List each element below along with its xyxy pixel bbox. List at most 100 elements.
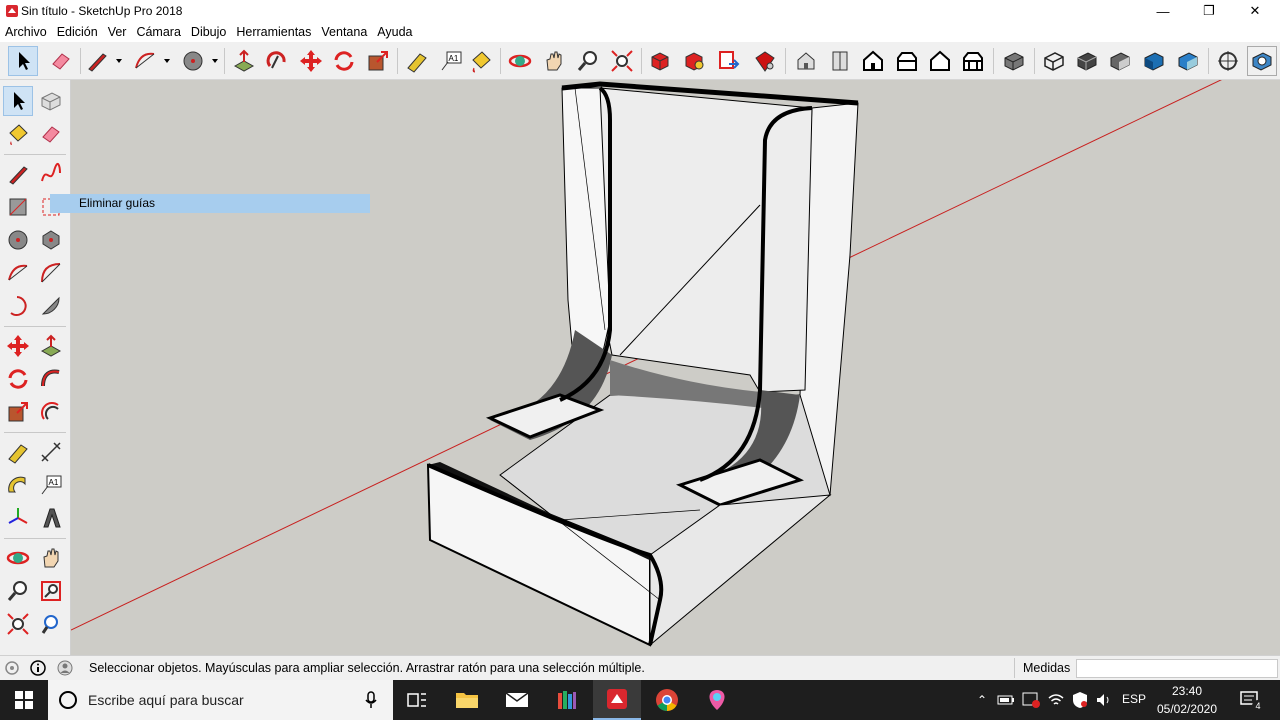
lt-make-component-button[interactable] bbox=[36, 86, 66, 116]
measures-input[interactable] bbox=[1076, 659, 1278, 678]
3d-warehouse-button[interactable] bbox=[645, 46, 675, 76]
paint-bucket-tool-button[interactable] bbox=[466, 46, 496, 76]
lt-follow-me-button[interactable] bbox=[36, 364, 66, 394]
sketchup-task-button[interactable] bbox=[593, 680, 641, 720]
wifi-icon[interactable] bbox=[1046, 690, 1066, 710]
menu-herramientas[interactable]: Herramientas bbox=[231, 22, 316, 42]
app-bars-button[interactable] bbox=[543, 680, 591, 720]
lt-zoom-extents-button[interactable] bbox=[3, 609, 33, 639]
follow-me-tool-button[interactable] bbox=[262, 46, 292, 76]
monochrome-style-button[interactable] bbox=[1173, 46, 1203, 76]
extension-manager-button[interactable] bbox=[750, 46, 780, 76]
task-view-button[interactable] bbox=[393, 680, 441, 720]
menu-edicion[interactable]: Edición bbox=[52, 22, 103, 42]
lt-circle-button[interactable] bbox=[3, 225, 33, 255]
lt-arc-button[interactable] bbox=[3, 258, 33, 288]
extension-warehouse-button[interactable] bbox=[679, 46, 709, 76]
eraser-tool-button[interactable] bbox=[46, 46, 76, 76]
lt-tape-measure-button[interactable] bbox=[3, 437, 33, 467]
minimize-button[interactable]: — bbox=[1140, 0, 1186, 22]
select-tool-button[interactable] bbox=[8, 46, 38, 76]
back-view-button[interactable] bbox=[925, 46, 955, 76]
menu-camara[interactable]: Cámara bbox=[131, 22, 185, 42]
menu-ventana[interactable]: Ventana bbox=[316, 22, 372, 42]
lt-orbit-button[interactable] bbox=[3, 543, 33, 573]
lt-pan-button[interactable] bbox=[36, 543, 66, 573]
rotate-tool-button[interactable] bbox=[329, 46, 359, 76]
lt-select-button[interactable] bbox=[3, 86, 33, 116]
scale-tool-button[interactable] bbox=[363, 46, 393, 76]
lt-paint-bucket-button[interactable] bbox=[3, 119, 33, 149]
text-tool-button[interactable]: A1 bbox=[436, 46, 466, 76]
lt-rotate-button[interactable] bbox=[3, 364, 33, 394]
show-section-button[interactable] bbox=[1247, 46, 1277, 76]
tray-overflow-chevron-icon[interactable]: ⌃ bbox=[972, 690, 992, 710]
circle-tool-button[interactable] bbox=[178, 46, 208, 76]
file-explorer-button[interactable] bbox=[443, 680, 491, 720]
wireframe-style-button[interactable] bbox=[1039, 46, 1069, 76]
menu-dibujo[interactable]: Dibujo bbox=[186, 22, 231, 42]
clock-date[interactable]: 05/02/2020 bbox=[1152, 702, 1222, 716]
defender-icon[interactable] bbox=[1070, 690, 1090, 710]
battery-icon[interactable] bbox=[996, 690, 1016, 710]
restore-button[interactable]: ❐ bbox=[1186, 0, 1232, 22]
lt-3d-text-button[interactable] bbox=[36, 503, 66, 533]
lt-3point-arc-button[interactable] bbox=[3, 291, 33, 321]
shaded-style-button[interactable] bbox=[1105, 46, 1135, 76]
front-view-button[interactable] bbox=[858, 46, 888, 76]
start-button[interactable] bbox=[0, 680, 48, 720]
move-tool-button[interactable] bbox=[296, 46, 326, 76]
lt-push-pull-button[interactable] bbox=[36, 331, 66, 361]
shaded-textures-style-button[interactable] bbox=[1139, 46, 1169, 76]
lt-zoom-button[interactable] bbox=[3, 576, 33, 606]
push-pull-tool-button[interactable] bbox=[229, 46, 259, 76]
menu-ver[interactable]: Ver bbox=[103, 22, 132, 42]
lt-zoom-window-button[interactable] bbox=[36, 576, 66, 606]
clock-time[interactable]: 23:40 bbox=[1152, 684, 1222, 698]
send-to-layout-button[interactable] bbox=[713, 46, 743, 76]
menu-archivo[interactable]: Archivo bbox=[0, 22, 52, 42]
line-tool-button[interactable] bbox=[82, 46, 112, 76]
zoom-extents-tool-button[interactable] bbox=[607, 46, 637, 76]
language-indicator[interactable]: ESP bbox=[1122, 692, 1146, 706]
lt-eraser-button[interactable] bbox=[36, 119, 66, 149]
lt-protractor-button[interactable] bbox=[3, 470, 33, 500]
lt-dimension-button[interactable] bbox=[36, 437, 66, 467]
chrome-button[interactable] bbox=[643, 680, 691, 720]
lt-offset-button[interactable] bbox=[36, 397, 66, 427]
iso-view-button[interactable] bbox=[791, 46, 821, 76]
security-alert-icon[interactable] bbox=[1021, 690, 1041, 710]
lt-axes-button[interactable] bbox=[3, 503, 33, 533]
lt-move-button[interactable] bbox=[3, 331, 33, 361]
top-view-button[interactable] bbox=[825, 46, 855, 76]
lt-2point-arc-button[interactable] bbox=[36, 258, 66, 288]
pan-tool-button[interactable] bbox=[539, 46, 569, 76]
menu-ayuda[interactable]: Ayuda bbox=[372, 22, 417, 42]
drawing-area[interactable] bbox=[71, 80, 1280, 655]
lt-freehand-button[interactable] bbox=[36, 159, 66, 189]
lt-polygon-button[interactable] bbox=[36, 225, 66, 255]
lt-text-button[interactable]: A1 bbox=[36, 470, 66, 500]
taskbar-search[interactable]: Escribe aquí para buscar bbox=[48, 680, 393, 720]
mail-button[interactable] bbox=[493, 680, 541, 720]
lt-pie-button[interactable] bbox=[36, 291, 66, 321]
left-view-button[interactable] bbox=[958, 46, 988, 76]
user-icon[interactable] bbox=[57, 660, 73, 676]
lt-line-button[interactable] bbox=[3, 159, 33, 189]
hidden-line-style-button[interactable] bbox=[1072, 46, 1102, 76]
microphone-icon[interactable] bbox=[364, 691, 378, 709]
geolocation-icon[interactable] bbox=[4, 660, 20, 676]
lt-previous-view-button[interactable] bbox=[36, 609, 66, 639]
close-button[interactable]: ✕ bbox=[1232, 0, 1278, 22]
volume-icon[interactable] bbox=[1094, 690, 1114, 710]
lt-scale-button[interactable] bbox=[3, 397, 33, 427]
paint3d-button[interactable] bbox=[693, 680, 741, 720]
arc-tool-button[interactable] bbox=[130, 46, 160, 76]
orbit-tool-button[interactable] bbox=[505, 46, 535, 76]
right-view-button[interactable] bbox=[892, 46, 922, 76]
section-plane-button[interactable] bbox=[1213, 46, 1243, 76]
tape-measure-tool-button[interactable] bbox=[402, 46, 432, 76]
credits-icon[interactable] bbox=[30, 660, 46, 676]
lt-rectangle-button[interactable] bbox=[3, 192, 33, 222]
zoom-tool-button[interactable] bbox=[573, 46, 603, 76]
